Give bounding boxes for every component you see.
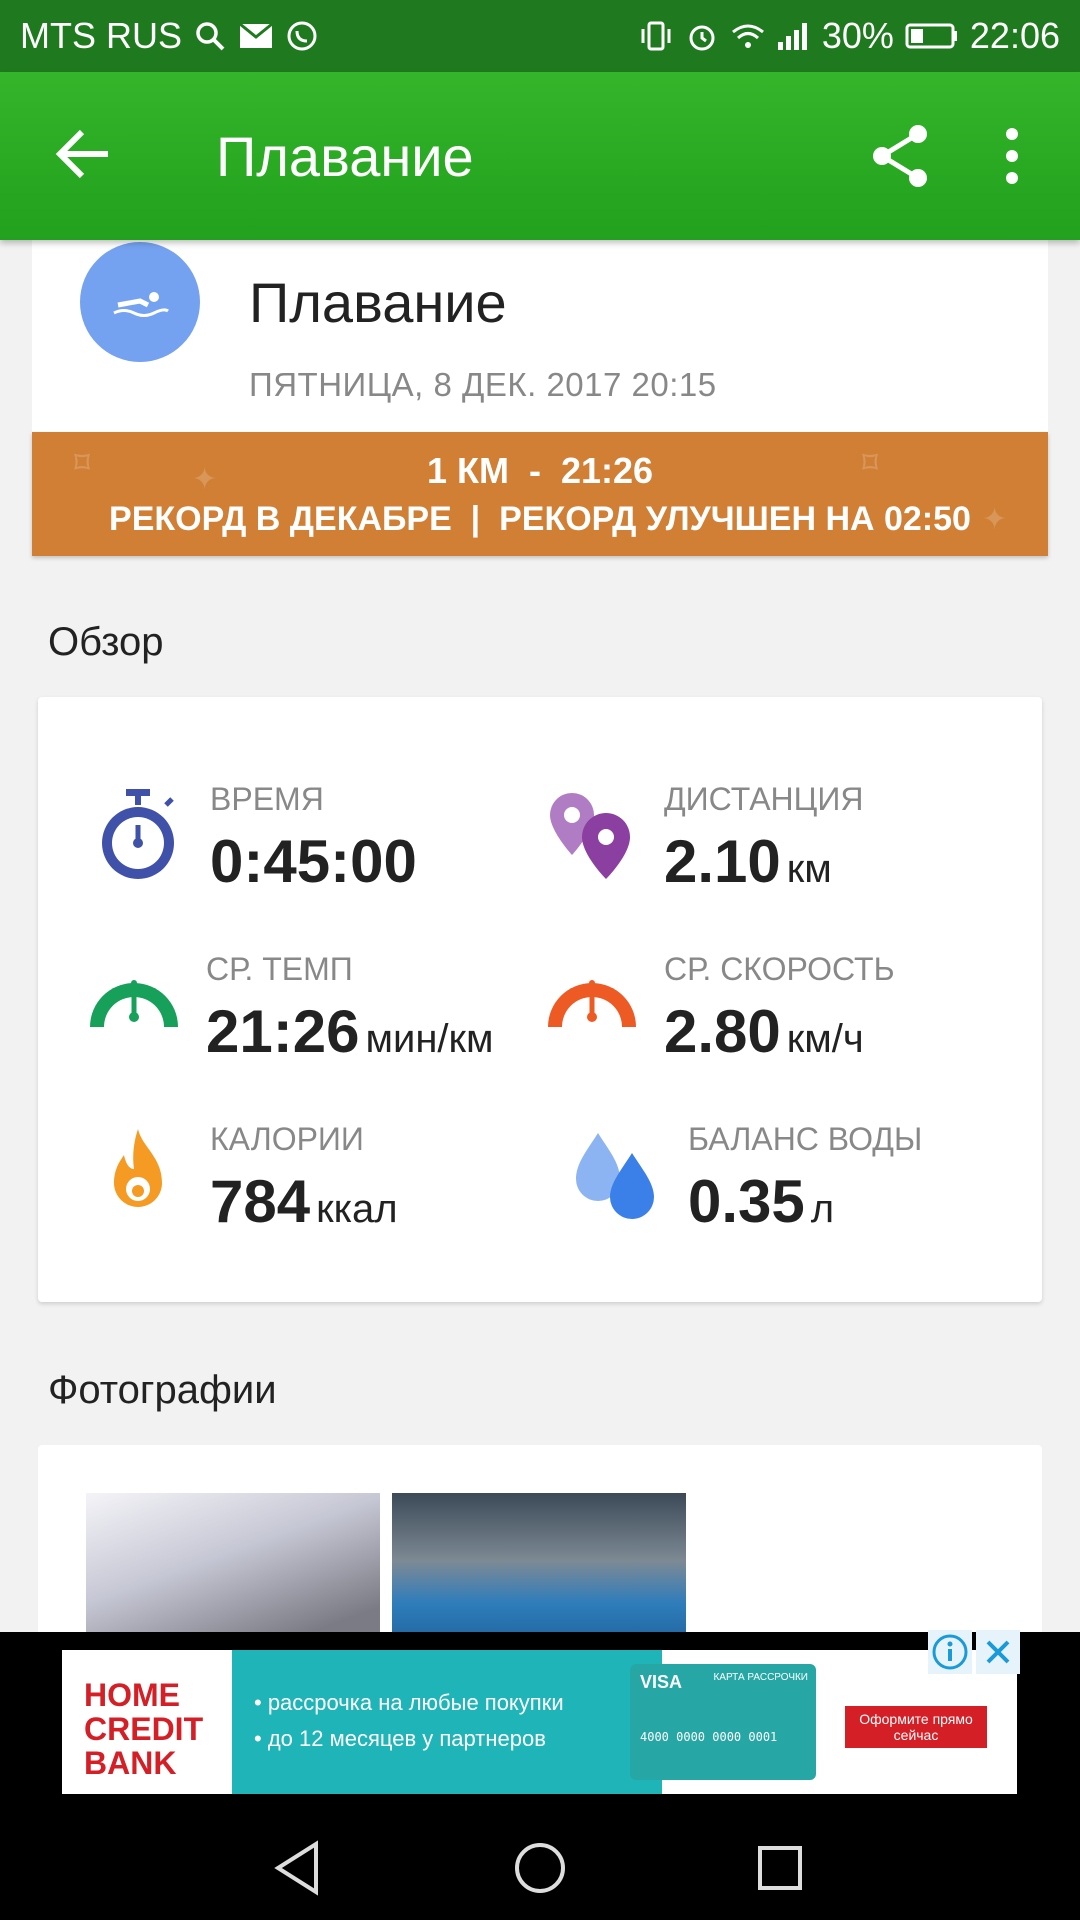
photo-thumbnail[interactable] — [86, 1493, 380, 1645]
ad-info-icon[interactable] — [928, 1630, 972, 1674]
ad-cta-button[interactable]: Оформите прямо сейчас — [845, 1706, 987, 1748]
ad-banner: HOME CREDIT BANK • рассрочка на любые по… — [0, 1630, 1080, 1808]
stat-label: БАЛАНС ВОДЫ — [688, 1121, 923, 1157]
record-description: РЕКОРД В ДЕКАБРЕ | РЕКОРД УЛУЧШЕН НА 02:… — [109, 500, 971, 538]
stat-value: 0:45:00 — [210, 828, 417, 895]
flame-icon — [90, 1127, 186, 1223]
ad-text-band: • рассрочка на любые покупки • до 12 мес… — [232, 1650, 662, 1794]
alarm-icon — [684, 18, 720, 54]
ad-content[interactable]: HOME CREDIT BANK • рассрочка на любые по… — [62, 1650, 1017, 1794]
page-title: Плавание — [216, 125, 474, 188]
search-icon — [192, 18, 228, 54]
stat-label: ВРЕМЯ — [210, 781, 324, 817]
water-drops-icon — [568, 1127, 664, 1223]
nav-recents-icon[interactable] — [748, 1836, 812, 1900]
overview-heading: Обзор — [48, 620, 164, 664]
photos-card — [38, 1445, 1042, 1645]
mail-icon — [238, 18, 274, 54]
battery-icon — [904, 18, 960, 54]
status-bar: MTS RUS 30% 22:06 — [0, 0, 1080, 72]
system-nav-bar — [0, 1808, 1080, 1920]
app-bar: Плавание — [0, 72, 1080, 240]
signal-icon — [776, 18, 812, 54]
stat-value: 2.80 км/ч — [664, 998, 864, 1065]
stat-value: 784 ккал — [210, 1168, 398, 1235]
stat-label: КАЛОРИИ — [210, 1121, 364, 1157]
ad-text: • до 12 месяцев у партнеров — [254, 1726, 546, 1751]
stat-label: СР. ТЕМП — [206, 951, 353, 987]
activity-date: ПЯТНИЦА, 8 ДЕК. 2017 20:15 — [249, 366, 717, 403]
more-options-icon[interactable] — [990, 120, 1034, 192]
speedometer-icon — [86, 957, 182, 1053]
stat-value: 21:26 мин/км — [206, 998, 494, 1065]
photos-heading: Фотографии — [48, 1368, 277, 1412]
overview-card: ВРЕМЯ 0:45:00 ДИСТАНЦИЯ 2.10 км СР. ТЕМП … — [38, 697, 1042, 1302]
back-arrow-icon[interactable] — [48, 114, 128, 194]
carrier-name: MTS RUS — [20, 15, 182, 56]
whatsapp-icon — [284, 18, 320, 54]
stopwatch-icon — [90, 787, 186, 883]
vibrate-icon — [638, 18, 674, 54]
wifi-icon — [730, 18, 766, 54]
clock: 22:06 — [969, 15, 1060, 56]
record-banner: ⌑ ✦ ⌑ ✦ 1 КМ - 21:26 РЕКОРД В ДЕКАБРЕ | … — [32, 432, 1048, 556]
activity-title: Плавание — [249, 271, 507, 334]
stat-value: 0.35 л — [688, 1168, 835, 1235]
stat-label: ДИСТАНЦИЯ — [664, 781, 864, 817]
activity-header-card: Плавание ПЯТНИЦА, 8 ДЕК. 2017 20:15 — [32, 240, 1048, 432]
ad-close-icon[interactable] — [976, 1630, 1020, 1674]
record-value: 1 КМ - 21:26 — [426, 450, 654, 491]
speedometer-icon — [544, 957, 640, 1053]
map-pin-icon — [544, 787, 640, 883]
share-icon[interactable] — [864, 120, 936, 192]
photo-thumbnail[interactable] — [392, 1493, 686, 1645]
ad-card-image: VISA КАРТА РАССРОЧКИ 4000 0000 0000 0001 — [630, 1664, 816, 1780]
ad-logo: HOME CREDIT BANK — [84, 1677, 204, 1781]
nav-back-icon[interactable] — [268, 1836, 332, 1900]
stat-label: СР. СКОРОСТЬ — [664, 951, 895, 987]
nav-home-icon[interactable] — [508, 1836, 572, 1900]
swimming-icon — [80, 242, 200, 362]
battery-percent: 30% — [821, 15, 894, 56]
ad-text: • рассрочка на любые покупки — [254, 1690, 564, 1715]
stat-value: 2.10 км — [664, 828, 832, 895]
